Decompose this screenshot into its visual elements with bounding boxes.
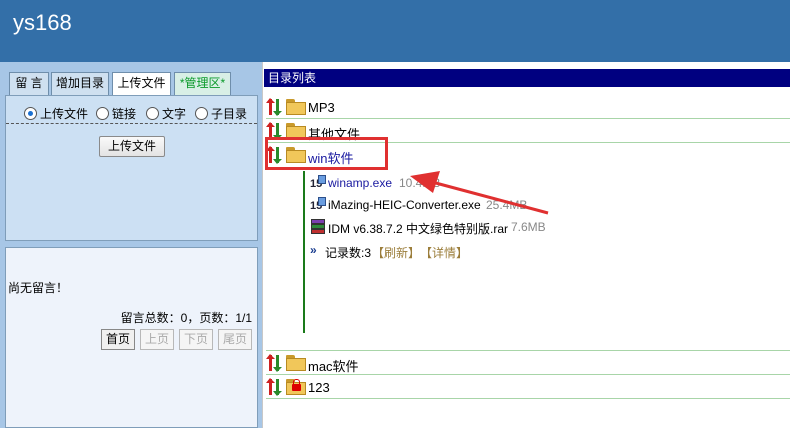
site-header: ys168: [0, 0, 790, 62]
double-chevron-icon: »: [310, 243, 317, 257]
row-divider: [266, 118, 790, 119]
radio-icon: [146, 107, 159, 120]
file-name[interactable]: IDM v6.38.7.2 中文绿色特别版.rar: [328, 220, 508, 237]
radio-selected-icon: [24, 107, 37, 120]
exe-icon: 15: [310, 197, 326, 212]
row-divider: [266, 398, 790, 399]
row-divider: [266, 374, 790, 375]
last-page-button[interactable]: 尾页: [218, 329, 252, 350]
message-board-panel: 尚无留言！ 留言总数：0，页数：1/1 首页 上页 下页 尾页: [5, 247, 258, 428]
folder-icon: [286, 99, 306, 115]
folder-row-123[interactable]: 123: [266, 377, 787, 397]
record-count: 记录数:3: [325, 246, 372, 260]
file-size: 25.4MB: [486, 198, 528, 212]
folder-name[interactable]: MP3: [308, 100, 335, 115]
folder-row-mp3[interactable]: MP3: [266, 97, 787, 117]
refresh-link[interactable]: 【刷新】: [372, 244, 420, 261]
folder-name[interactable]: mac软件: [308, 356, 359, 375]
file-size: 7.6MB: [511, 220, 546, 234]
folder-icon: [286, 355, 306, 371]
file-name[interactable]: iMazing-HEIC-Converter.exe: [328, 198, 481, 212]
radio-icon: [96, 107, 109, 120]
directory-list-header: 目录列表: [264, 69, 790, 87]
folder-row-mac-software[interactable]: mac软件: [266, 353, 787, 375]
sort-arrows-icon[interactable]: [266, 354, 283, 372]
tab-upload-file[interactable]: 上传文件: [112, 72, 171, 96]
next-page-button[interactable]: 下页: [179, 329, 213, 350]
empty-message-text: 尚无留言！: [8, 281, 69, 295]
annotation-highlight-box: [265, 137, 388, 170]
upload-type-options: 上传文件 链接 文字 子目录: [6, 104, 257, 124]
file-size: 10.4MB: [399, 176, 441, 190]
tab-add-directory[interactable]: 增加目录: [51, 72, 109, 95]
first-page-button[interactable]: 首页: [101, 329, 135, 350]
row-divider: [266, 350, 790, 351]
sort-arrows-icon[interactable]: [266, 378, 283, 396]
exe-icon: 15: [310, 175, 326, 190]
message-stats: 留言总数：0，页数：1/1: [120, 311, 252, 325]
tab-message[interactable]: 留 言: [9, 72, 49, 95]
tab-admin[interactable]: *管理区*: [174, 72, 231, 95]
tree-line: [303, 171, 305, 333]
folder-name[interactable]: 123: [308, 380, 330, 395]
upload-panel: 上传文件 链接 文字 子目录 上传文件: [5, 95, 258, 241]
upload-file-button[interactable]: 上传文件: [99, 136, 165, 157]
site-title: ys168: [13, 10, 72, 35]
file-name[interactable]: winamp.exe: [328, 176, 392, 190]
details-link[interactable]: 【详情】: [420, 244, 468, 261]
previous-page-button[interactable]: 上页: [140, 329, 174, 350]
sort-arrows-icon[interactable]: [266, 98, 283, 116]
lock-icon: [292, 379, 301, 391]
radio-icon: [195, 107, 208, 120]
rar-archive-icon: [310, 219, 326, 234]
